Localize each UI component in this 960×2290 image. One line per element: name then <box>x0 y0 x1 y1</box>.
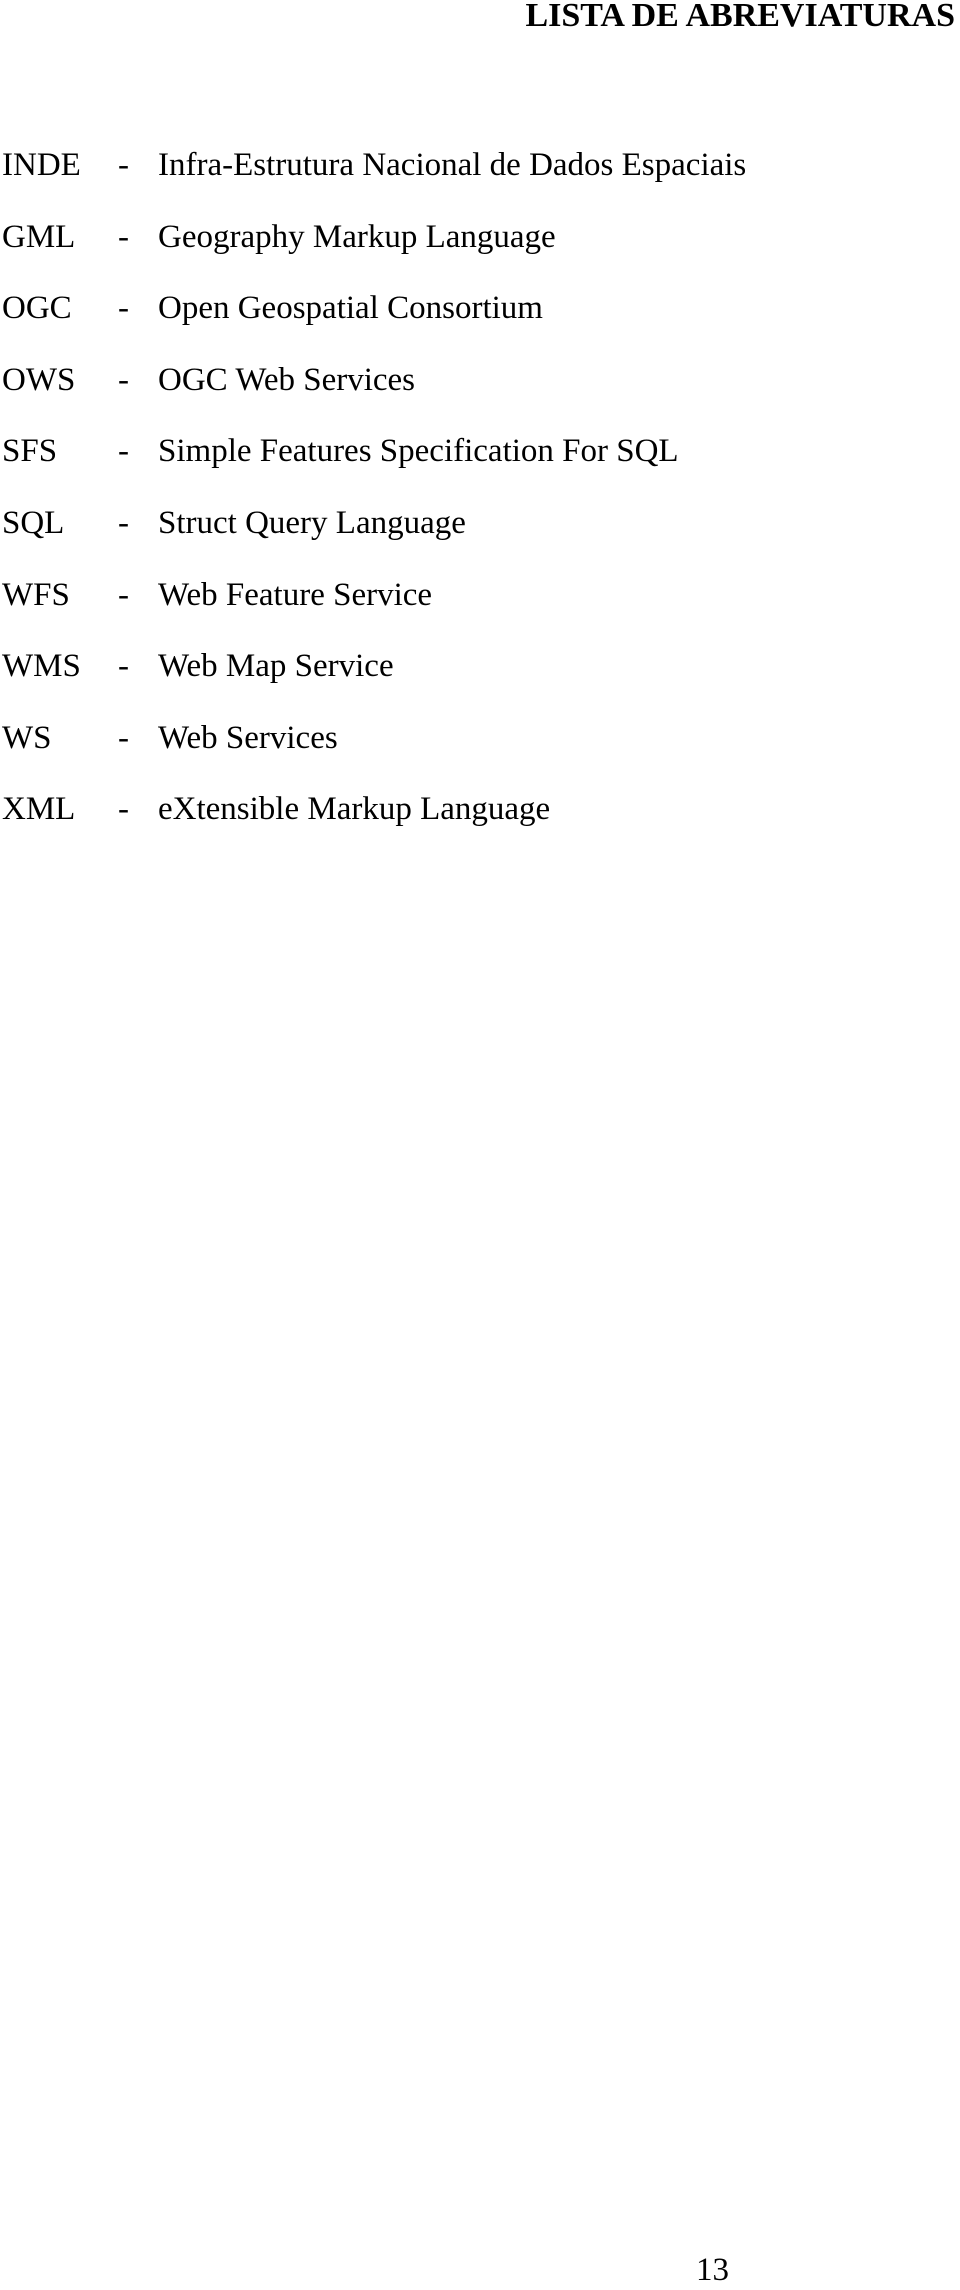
abbreviation-separator: - <box>118 719 129 756</box>
abbreviation-definition: OGC Web Services <box>158 361 416 398</box>
abbreviation-definition: Web Feature Service <box>158 576 433 613</box>
abbreviation-separator: - <box>118 147 129 183</box>
abbreviation-definition: Infra-Estrutura Nacional de Dados Espaci… <box>158 147 747 183</box>
abbreviation-separator: - <box>118 290 129 327</box>
abbreviation-term: GML <box>2 218 76 255</box>
abbreviation-separator: - <box>118 791 129 828</box>
abbreviation-term: OWS <box>2 361 76 398</box>
abbreviation-definition: eXtensible Markup Language <box>158 791 551 828</box>
abbreviation-term: SQL <box>2 504 65 541</box>
abbreviation-definition: Web Map Service <box>158 648 394 685</box>
abbreviation-separator: - <box>118 648 129 685</box>
abbreviation-separator: - <box>118 576 129 613</box>
abbreviation-separator: - <box>118 504 129 541</box>
abbreviation-separator: - <box>118 433 129 470</box>
abbreviation-definition: Geography Markup Language <box>158 218 556 255</box>
abbreviation-definition: Struct Query Language <box>158 504 466 541</box>
abbreviation-term: WMS <box>2 648 81 685</box>
abbreviation-term: XML <box>2 791 76 828</box>
abbreviation-term: SFS <box>2 433 58 470</box>
page-title: LISTA DE ABREVIATURAS <box>525 0 955 34</box>
abbreviation-term: WFS <box>2 576 70 613</box>
page-number: 13 <box>696 2252 729 2288</box>
abbreviation-term: INDE <box>2 147 81 183</box>
abbreviation-term: WS <box>2 719 52 756</box>
abbreviation-term: OGC <box>2 290 72 327</box>
abbreviation-definition: Simple Features Specification For SQL <box>158 433 679 470</box>
abbreviation-separator: - <box>118 218 129 255</box>
abbreviation-definition: Web Services <box>158 719 338 756</box>
abbreviation-separator: - <box>118 361 129 398</box>
abbreviation-definition: Open Geospatial Consortium <box>158 290 543 327</box>
